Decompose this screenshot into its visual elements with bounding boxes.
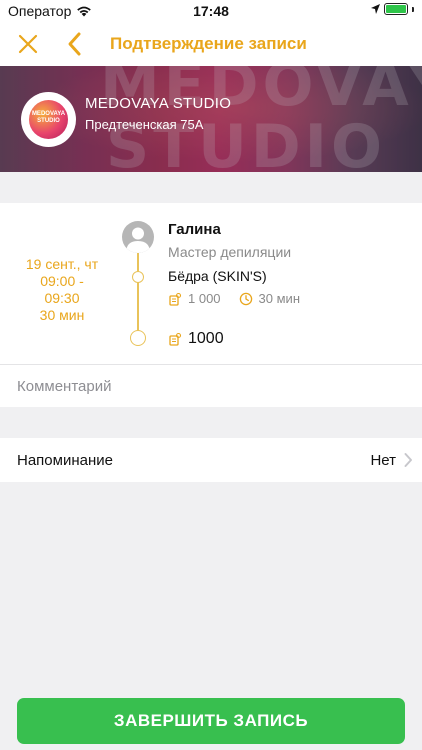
complete-booking-button[interactable]: ЗАВЕРШИТЬ ЗАПИСЬ	[17, 698, 405, 744]
service-name: Бёдра (SKIN'S)	[168, 268, 267, 284]
chevron-right-icon	[404, 453, 412, 467]
back-chevron-icon[interactable]	[64, 31, 86, 57]
service-price: 1 000	[188, 291, 221, 306]
status-bar-right	[371, 3, 414, 15]
price-tag-icon	[169, 292, 182, 306]
timeline-dot	[132, 271, 144, 283]
person-icon	[126, 227, 150, 253]
appointment-duration: 30 мин	[39, 307, 85, 323]
master-name: Галина	[168, 221, 221, 238]
studio-address: Предтеченская 75А	[85, 117, 204, 132]
service-meta: 1 000 30 мин	[168, 291, 300, 306]
close-icon[interactable]	[16, 32, 40, 56]
battery-tip	[412, 6, 414, 12]
timeline-dot	[130, 330, 146, 346]
avatar	[122, 221, 154, 253]
logo-text-line: STUDIO	[37, 118, 60, 124]
navigation-bar: Подтверждение записи	[0, 22, 422, 66]
clock-icon	[239, 292, 252, 305]
reminder-row[interactable]: Напоминание Нет	[0, 438, 422, 482]
logo-text: MEDOVAYA STUDIO	[21, 111, 76, 125]
logo-text-line: MEDOVAYA	[31, 111, 66, 117]
total-row: 1000	[168, 330, 224, 348]
page-title: Подтверждение записи	[110, 34, 307, 53]
price-tag-icon	[169, 332, 182, 346]
comment-input[interactable]	[0, 365, 422, 407]
service-duration: 30 мин	[258, 291, 300, 306]
studio-banner: MEDOVAYA STUDIO MEDOVAYA STUDIO MEDOVAYA…	[0, 66, 422, 172]
booking-details-card: 19 сент., чт 09:00 - 09:30 30 мин Галина…	[0, 203, 422, 364]
studio-name: MEDOVAYA STUDIO	[85, 95, 232, 112]
appointment-date: 19 сент., чт	[25, 256, 99, 272]
appointment-end-time: 09:30	[44, 290, 80, 306]
studio-logo: MEDOVAYA STUDIO	[21, 92, 76, 147]
appointment-start-time: 09:00 -	[40, 273, 84, 289]
total-price: 1000	[188, 330, 224, 347]
battery-icon	[384, 3, 408, 15]
reminder-value: Нет	[370, 452, 396, 469]
reminder-label: Напоминание	[17, 452, 113, 469]
location-icon	[371, 4, 380, 14]
status-bar: Оператор 17:48	[0, 0, 422, 22]
appointment-time-block: 19 сент., чт 09:00 - 09:30 30 мин	[14, 256, 110, 324]
master-role: Мастер депиляции	[168, 244, 292, 260]
status-time: 17:48	[193, 3, 229, 19]
